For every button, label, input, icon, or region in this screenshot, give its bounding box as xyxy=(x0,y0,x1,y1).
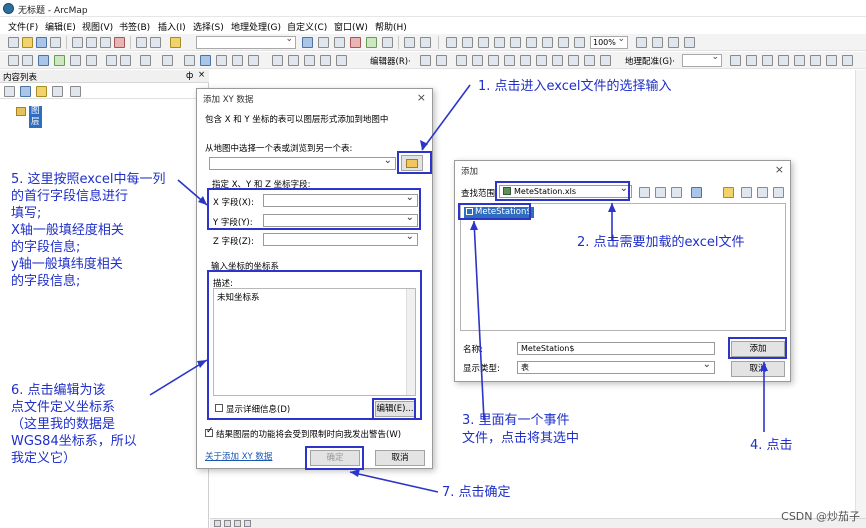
annotation-step-6-line2: 点文件定义坐标系 xyxy=(11,400,116,415)
annotation-step-3-line2: 文件，点击将其选中 xyxy=(462,431,580,446)
annotation-step-7: 7. 点击确定 xyxy=(442,485,511,500)
annotation-step-5-line6: y轴一般填纬度相关 xyxy=(11,257,123,272)
annotation-step-2: 2. 点击需要加载的excel文件 xyxy=(577,235,745,250)
annotation-step-4: 4. 点击 xyxy=(750,438,793,453)
annotation-step-3-line1: 3. 里面有一个事件 xyxy=(462,413,570,428)
annotation-step-6-line3: （这里我的数据是 xyxy=(11,417,116,432)
watermark: CSDN @炒茄子 xyxy=(781,510,860,523)
annotation-step-5-line7: 的字段信息; xyxy=(11,274,81,289)
annotation-step-6-line5: 我定义它） xyxy=(11,451,77,466)
annotation-step-6-line1: 6. 点击编辑为该 xyxy=(11,383,106,398)
annotation-step-1: 1. 点击进入excel文件的选择输入 xyxy=(478,79,672,94)
annotation-step-5-line3: 填写; xyxy=(11,206,42,221)
annotation-step-5-line1: 5. 这里按照excel中每一列 xyxy=(11,172,166,187)
annotation-step-6-line4: WGS84坐标系，所以 xyxy=(11,434,137,449)
annotation-step-5-line4: X轴一般填经度相关 xyxy=(11,223,124,238)
annotation-step-5-line5: 的字段信息; xyxy=(11,240,81,255)
annotation-step-5-line2: 的首行字段信息进行 xyxy=(11,189,129,204)
